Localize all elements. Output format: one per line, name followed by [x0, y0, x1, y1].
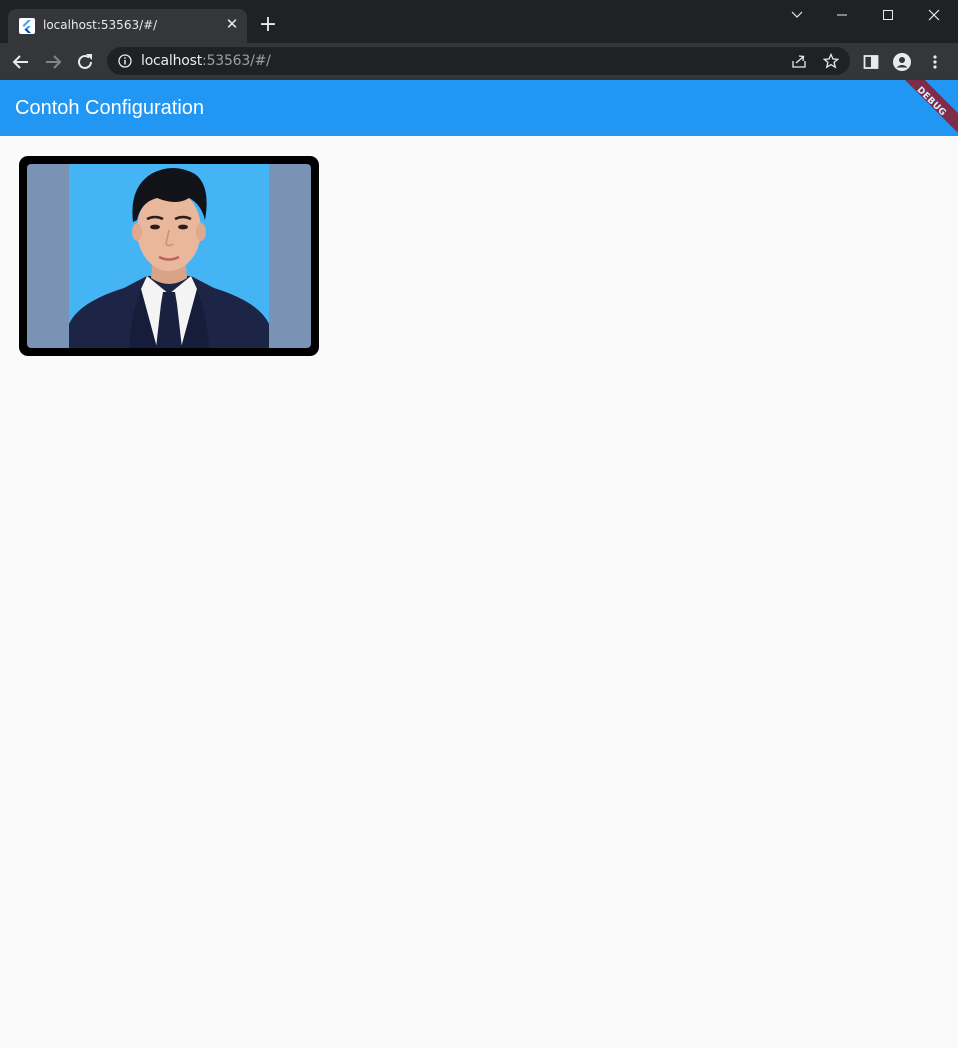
close-icon[interactable]: ✕	[224, 17, 240, 33]
browser-tab[interactable]: localhost:53563/#/ ✕	[8, 9, 247, 43]
window-close-icon[interactable]	[924, 6, 944, 24]
url-path: :53563/#/	[202, 53, 271, 69]
address-bar[interactable]: localhost:53563/#/	[107, 47, 850, 75]
share-icon[interactable]	[791, 53, 807, 69]
flutter-favicon-icon	[19, 18, 35, 34]
app-bar: Contoh Configuration DEBUG	[0, 80, 958, 136]
debug-label: DEBUG	[914, 85, 948, 119]
reload-icon[interactable]	[74, 51, 96, 73]
maximize-icon[interactable]	[878, 6, 898, 24]
side-panel-icon[interactable]	[862, 53, 880, 71]
debug-banner: DEBUG	[893, 80, 958, 136]
back-arrow-icon[interactable]	[10, 51, 32, 73]
tab-title: localhost:53563/#/	[43, 18, 158, 32]
plus-icon[interactable]: +	[258, 14, 278, 36]
url-text: localhost:53563/#/	[141, 53, 271, 69]
tab-strip: localhost:53563/#/ ✕ +	[0, 0, 958, 43]
chevron-down-icon[interactable]	[787, 6, 807, 24]
page-body	[0, 136, 958, 1048]
profile-photo-card	[19, 156, 319, 356]
forward-arrow-icon[interactable]	[42, 51, 64, 73]
page-title: Contoh Configuration	[15, 97, 205, 119]
kebab-menu-icon[interactable]	[926, 53, 944, 71]
profile-photo	[27, 164, 311, 348]
profile-icon[interactable]	[893, 53, 911, 71]
url-host: localhost	[141, 53, 203, 69]
browser-toolbar: localhost:53563/#/	[0, 43, 958, 80]
minimize-icon[interactable]	[832, 6, 852, 24]
info-icon[interactable]	[118, 54, 132, 68]
star-icon[interactable]	[822, 52, 840, 69]
